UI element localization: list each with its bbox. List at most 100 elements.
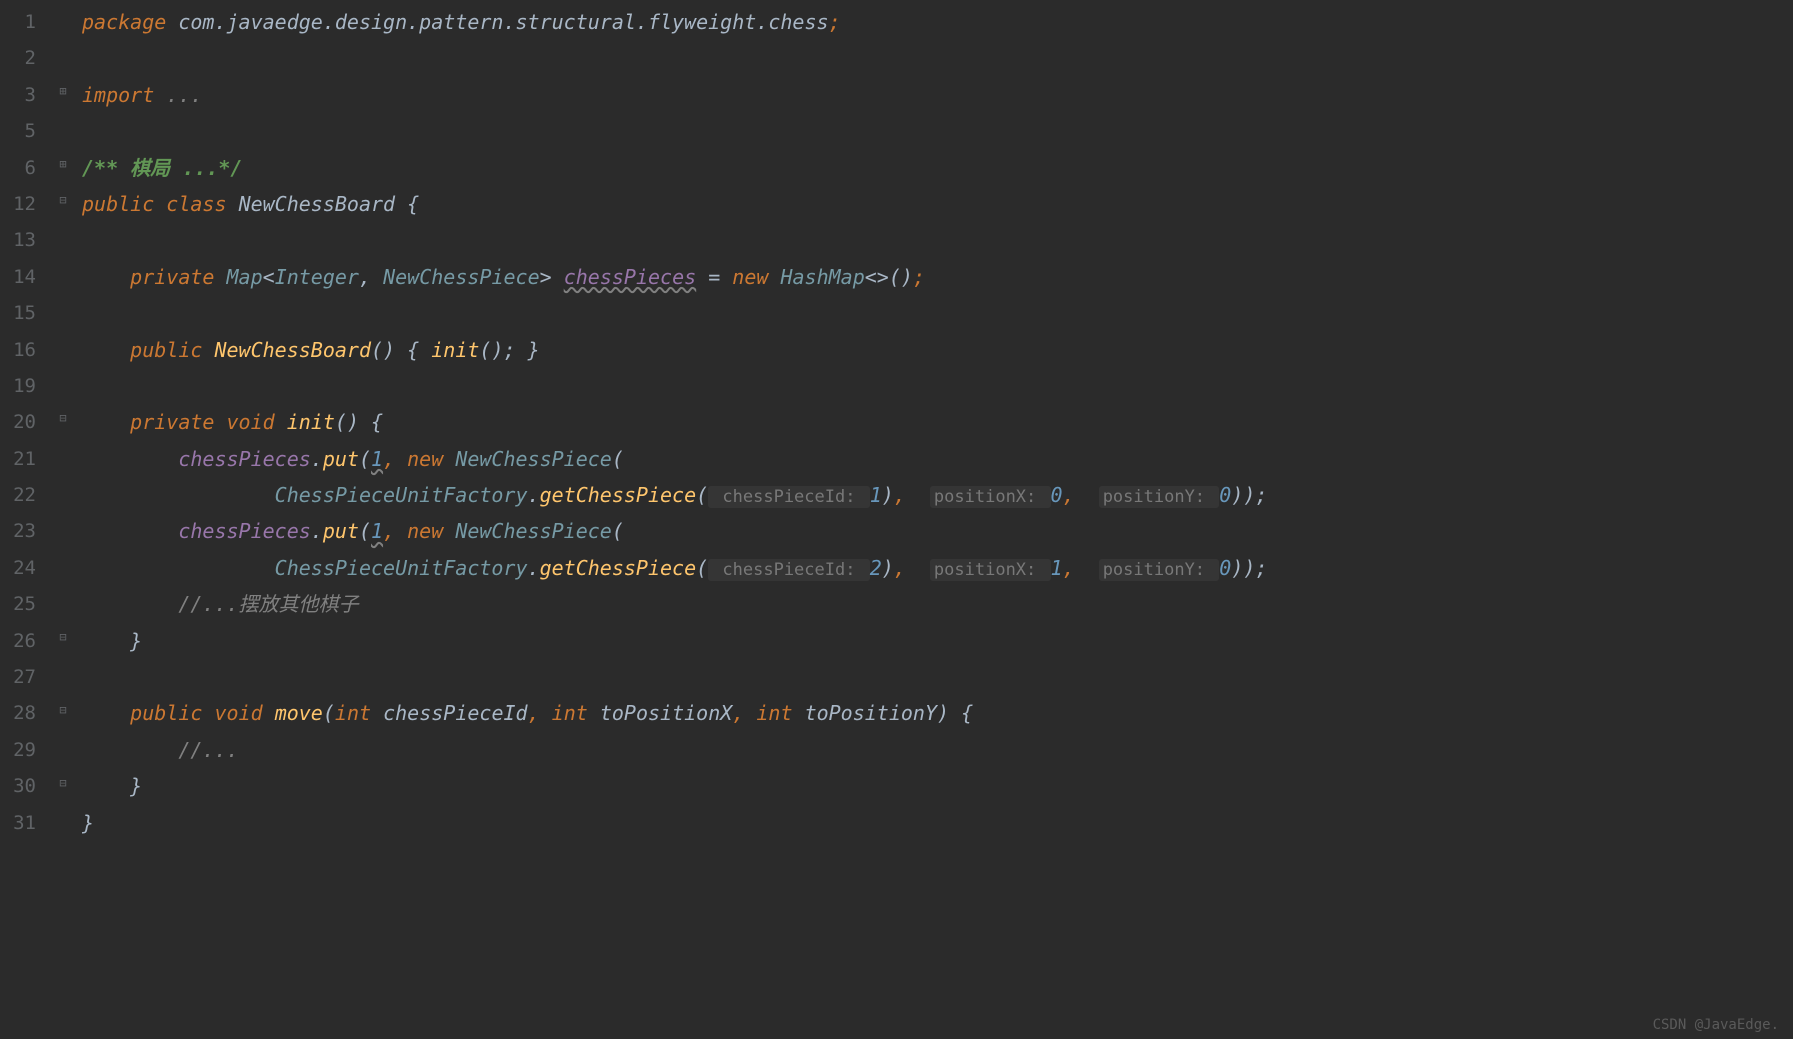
type-newchesspiece: NewChessPiece <box>383 265 540 289</box>
paren-close: ) <box>937 701 949 725</box>
line-number[interactable]: 25 <box>0 586 50 622</box>
paren-open: ( <box>323 701 335 725</box>
fold-icon[interactable]: ⊟ <box>56 703 70 717</box>
param-hint: chessPieceId: <box>708 486 870 508</box>
line-number[interactable]: 24 <box>0 550 50 586</box>
line-number[interactable]: 29 <box>0 732 50 768</box>
line-number[interactable]: 23 <box>0 513 50 549</box>
code-line[interactable]: //...摆放其他棋子 <box>82 586 1793 622</box>
comma: , <box>359 265 383 289</box>
code-line[interactable]: } <box>82 623 1793 659</box>
line-number[interactable]: 28 <box>0 695 50 731</box>
generic-close: > <box>540 265 552 289</box>
code-line[interactable]: /** 棋局 ...*/ <box>82 150 1793 186</box>
type-newchesspiece: NewChessPiece <box>455 447 612 471</box>
line-number[interactable]: 21 <box>0 441 50 477</box>
comma: , <box>383 447 407 471</box>
line-number[interactable]: 5 <box>0 113 50 149</box>
code-line[interactable] <box>82 295 1793 331</box>
brace-close: } <box>528 338 540 362</box>
code-line[interactable]: private Map<Integer, NewChessPiece> ches… <box>82 259 1793 295</box>
param-hint: positionY: <box>1099 486 1220 508</box>
code-line[interactable]: public class NewChessBoard { <box>82 186 1793 222</box>
code-line[interactable]: public NewChessBoard() { init(); } <box>82 332 1793 368</box>
method-put: put <box>323 447 359 471</box>
equals: = <box>696 265 732 289</box>
line-number[interactable]: 16 <box>0 332 50 368</box>
number-literal: 1 <box>870 483 882 507</box>
line-number[interactable]: 13 <box>0 222 50 258</box>
method-move: move <box>275 701 323 725</box>
parens: () <box>371 338 395 362</box>
method-init-call: init <box>431 338 479 362</box>
paren-open: ( <box>696 483 708 507</box>
param-name: toPositionY <box>805 701 937 725</box>
keyword-import: import <box>82 83 154 107</box>
line-number[interactable]: 30 <box>0 768 50 804</box>
line-number[interactable]: 1 <box>0 4 50 40</box>
code-line[interactable]: import ... <box>82 77 1793 113</box>
code-editor: 1 2 3 5 6 12 13 14 15 16 19 20 21 22 23 … <box>0 0 1793 1039</box>
line-number[interactable]: 27 <box>0 659 50 695</box>
comma: , <box>1063 556 1099 580</box>
field-chesspieces: chessPieces <box>564 265 696 289</box>
type-hashmap: HashMap <box>780 265 864 289</box>
code-line[interactable] <box>82 368 1793 404</box>
keyword-int: int <box>335 701 371 725</box>
code-line[interactable] <box>82 40 1793 76</box>
dot: . <box>311 519 323 543</box>
number-literal: 1 <box>371 447 383 471</box>
number-literal: 0 <box>1219 556 1231 580</box>
code-line[interactable]: ChessPieceUnitFactory.getChessPiece( che… <box>82 477 1793 513</box>
fold-icon[interactable]: ⊟ <box>56 193 70 207</box>
code-line[interactable]: public void move(int chessPieceId, int t… <box>82 695 1793 731</box>
keyword-void: void <box>214 701 262 725</box>
code-line[interactable] <box>82 222 1793 258</box>
code-line[interactable]: } <box>82 768 1793 804</box>
keyword-new: new <box>407 447 443 471</box>
code-line[interactable]: } <box>82 805 1793 841</box>
code-line[interactable]: private void init() { <box>82 404 1793 440</box>
fold-icon[interactable]: ⊟ <box>56 776 70 790</box>
code-line[interactable] <box>82 659 1793 695</box>
param-name: toPositionX <box>600 701 732 725</box>
code-line[interactable]: //... <box>82 732 1793 768</box>
code-line[interactable]: package com.javaedge.design.pattern.stru… <box>82 4 1793 40</box>
comma: , <box>528 701 552 725</box>
number-literal: 0 <box>1219 483 1231 507</box>
line-number[interactable]: 22 <box>0 477 50 513</box>
line-number[interactable]: 20 <box>0 404 50 440</box>
paren-open: ( <box>359 519 371 543</box>
code-area[interactable]: package com.javaedge.design.pattern.stru… <box>82 0 1793 1039</box>
fold-icon[interactable]: ⊟ <box>56 630 70 644</box>
keyword-new: new <box>407 519 443 543</box>
fold-icon[interactable]: ⊞ <box>56 84 70 98</box>
type-integer: Integer <box>275 265 359 289</box>
number-literal: 0 <box>1051 483 1063 507</box>
dot: . <box>528 483 540 507</box>
keyword-int: int <box>552 701 588 725</box>
line-number[interactable]: 3 <box>0 77 50 113</box>
line-number[interactable]: 2 <box>0 40 50 76</box>
line-number[interactable]: 19 <box>0 368 50 404</box>
line-number[interactable]: 6 <box>0 150 50 186</box>
line-number[interactable]: 14 <box>0 259 50 295</box>
folded-text[interactable]: ... <box>154 83 202 107</box>
line-number[interactable]: 15 <box>0 295 50 331</box>
code-line[interactable]: ChessPieceUnitFactory.getChessPiece( che… <box>82 550 1793 586</box>
diamond: <>() <box>865 265 913 289</box>
javadoc-comment[interactable]: /** 棋局 ...*/ <box>82 156 242 180</box>
line-number[interactable]: 12 <box>0 186 50 222</box>
line-number[interactable]: 31 <box>0 805 50 841</box>
comma: , <box>894 483 930 507</box>
line-number[interactable]: 26 <box>0 623 50 659</box>
fold-icon[interactable]: ⊞ <box>56 157 70 171</box>
code-line[interactable] <box>82 113 1793 149</box>
field-ref: chessPieces <box>178 519 310 543</box>
paren-open: ( <box>696 556 708 580</box>
close-parens-sc: )); <box>1231 483 1267 507</box>
fold-icon[interactable]: ⊟ <box>56 411 70 425</box>
code-line[interactable]: chessPieces.put(1, new NewChessPiece( <box>82 441 1793 477</box>
code-line[interactable]: chessPieces.put(1, new NewChessPiece( <box>82 513 1793 549</box>
method-init: init <box>287 410 335 434</box>
